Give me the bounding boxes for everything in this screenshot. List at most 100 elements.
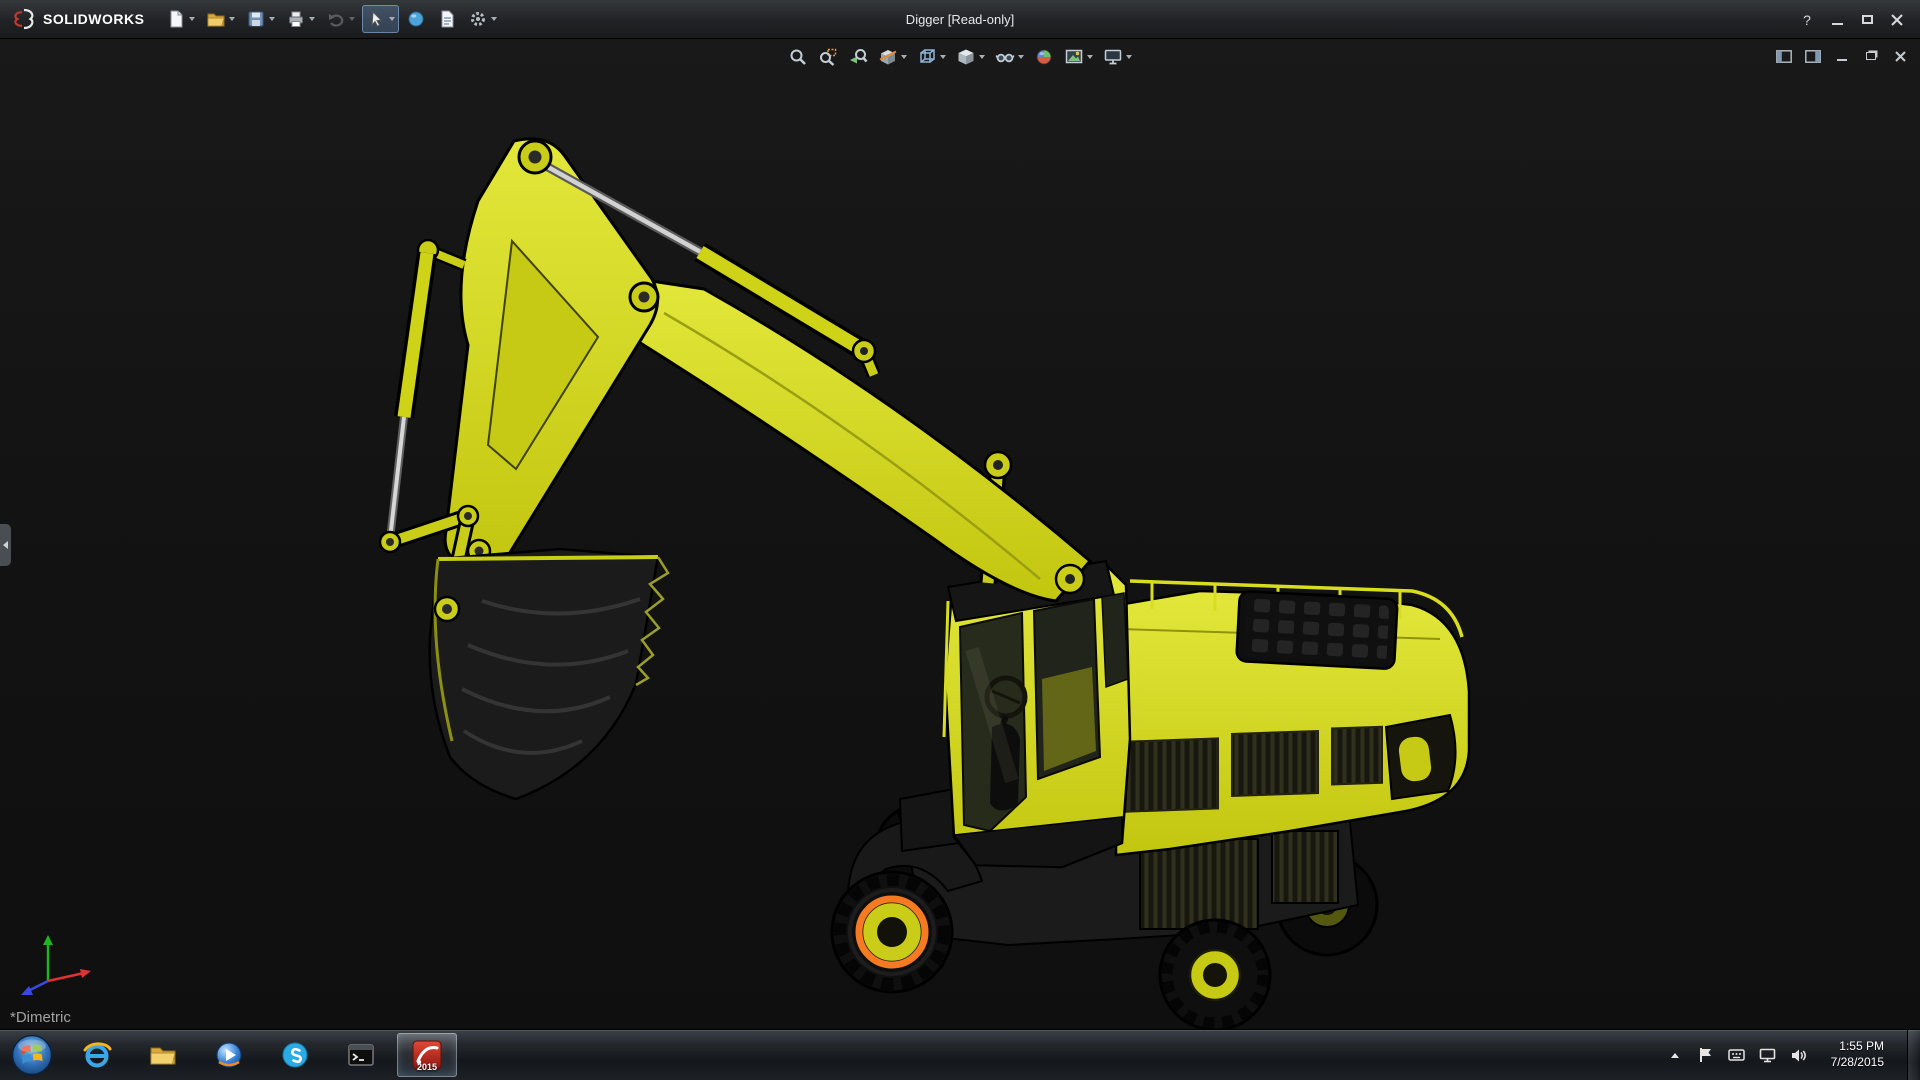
display-style-button[interactable]	[953, 44, 988, 70]
taskbar-internet-explorer[interactable]	[67, 1033, 127, 1077]
chevron-down-icon[interactable]	[269, 17, 276, 21]
maximize-button[interactable]	[1854, 9, 1880, 31]
close-document-button[interactable]	[1890, 47, 1910, 65]
bucket[interactable]	[428, 547, 670, 801]
select-button[interactable]	[362, 5, 400, 33]
window-title: Digger [Read-only]	[905, 12, 1015, 27]
media-player-icon	[216, 1042, 242, 1068]
view-orientation-label: *Dimetric	[10, 1009, 71, 1026]
start-button[interactable]	[0, 1030, 64, 1080]
chevron-down-icon[interactable]	[1126, 55, 1132, 59]
rear-wheel[interactable]	[1158, 918, 1272, 1029]
system-tray: 1:55 PM 7/28/2015	[1666, 1029, 1920, 1080]
chevron-down-icon[interactable]	[491, 17, 498, 21]
file-properties-icon	[441, 10, 454, 28]
chevron-down-icon[interactable]	[940, 55, 946, 59]
engine-body[interactable]	[1114, 579, 1471, 857]
zoom-to-fit-icon	[790, 49, 806, 65]
apply-scene-button[interactable]	[1061, 44, 1096, 70]
taskbar-command-prompt[interactable]	[331, 1033, 391, 1077]
solidworks-icon	[412, 1040, 442, 1070]
front-wheel[interactable]	[830, 870, 954, 994]
chevron-down-icon[interactable]	[1018, 55, 1024, 59]
view-orientation-button[interactable]	[914, 44, 949, 70]
chevron-down-icon[interactable]	[309, 17, 316, 21]
zoom-to-area-button[interactable]	[815, 44, 841, 70]
rebuild-icon	[408, 11, 424, 27]
brand-text: SOLIDWORKS	[43, 11, 145, 27]
new-document-button[interactable]	[162, 5, 199, 33]
restore-icon	[1866, 52, 1876, 60]
show-hidden-icons-button[interactable]	[1666, 1043, 1684, 1067]
open-document-icon	[207, 13, 226, 27]
windows-start-icon	[11, 1034, 53, 1076]
minimize-button[interactable]	[1824, 9, 1850, 31]
pane-right-icon	[1805, 49, 1821, 63]
view-settings-icon	[1104, 49, 1122, 65]
view-settings-button[interactable]	[1100, 44, 1135, 70]
panel-collapse-tab[interactable]	[0, 524, 11, 566]
file-properties-button[interactable]	[433, 5, 461, 33]
display-tray-button[interactable]	[1759, 1043, 1777, 1067]
chevron-down-icon[interactable]	[349, 17, 356, 21]
taskbar-solidworks[interactable]: 2015	[397, 1033, 457, 1077]
taskbar-skype[interactable]	[265, 1033, 325, 1077]
chevron-down-icon[interactable]	[189, 17, 196, 21]
hide-show-items-button[interactable]	[992, 44, 1027, 70]
close-button[interactable]	[1884, 9, 1910, 31]
minimize-document-button[interactable]	[1832, 47, 1852, 65]
edit-appearance-button[interactable]	[1031, 44, 1057, 70]
gear-icon	[471, 12, 486, 26]
input-indicator-button[interactable]	[1728, 1043, 1746, 1067]
volume-button[interactable]	[1790, 1043, 1808, 1067]
dassault-systemes-logo-icon	[14, 8, 34, 30]
print-button[interactable]	[282, 5, 319, 33]
close-icon	[1891, 13, 1903, 26]
window-controls: ?	[1794, 0, 1910, 39]
chevron-down-icon[interactable]	[229, 17, 236, 21]
zoom-to-fit-button[interactable]	[785, 44, 811, 70]
close-icon	[1894, 50, 1906, 62]
taskbar-windows-explorer[interactable]	[133, 1033, 193, 1077]
rebuild-button[interactable]	[402, 5, 430, 33]
save-icon	[248, 11, 264, 27]
zoom-to-area-icon	[820, 48, 837, 66]
glasses-icon	[995, 53, 1015, 63]
appearance-sphere-icon	[1036, 49, 1052, 65]
collapse-arrow-icon	[3, 541, 8, 549]
show-desktop-button[interactable]	[1907, 1029, 1918, 1080]
restore-document-button[interactable]	[1861, 47, 1881, 65]
action-center-flag-button[interactable]	[1697, 1043, 1715, 1067]
viewport[interactable]: *Dimetric	[0, 39, 1920, 1029]
orientation-triad[interactable]	[12, 929, 96, 1003]
excavator-model[interactable]	[0, 39, 1920, 1029]
save-button[interactable]	[242, 5, 279, 33]
help-button[interactable]: ?	[1794, 9, 1820, 31]
x-axis	[47, 971, 85, 983]
show-pane-right-button[interactable]	[1803, 47, 1823, 65]
taskbar-clock[interactable]: 1:55 PM 7/28/2015	[1821, 1039, 1894, 1070]
boom-assembly[interactable]	[378, 137, 1093, 605]
titlebar: SOLIDWORKS Digger [Read-only] ?	[0, 0, 1920, 39]
chevron-down-icon[interactable]	[901, 55, 907, 59]
undo-icon	[329, 14, 344, 27]
undo-button[interactable]	[322, 5, 359, 33]
print-icon	[289, 11, 304, 27]
section-view-button[interactable]	[875, 44, 910, 70]
engine-grille	[1235, 590, 1399, 670]
open-document-button[interactable]	[202, 5, 239, 33]
display-icon	[1759, 1048, 1776, 1062]
main-toolbar	[162, 5, 501, 33]
select-cursor-icon	[371, 10, 383, 27]
z-axis	[27, 979, 49, 993]
show-pane-left-button[interactable]	[1774, 47, 1794, 65]
previous-view-button[interactable]	[845, 44, 871, 70]
chevron-down-icon[interactable]	[1087, 55, 1093, 59]
options-button[interactable]	[464, 5, 501, 33]
taskbar-media-player[interactable]	[199, 1033, 259, 1077]
command-prompt-icon	[348, 1044, 374, 1066]
headsup-toolbar	[785, 44, 1135, 70]
chevron-down-icon[interactable]	[389, 17, 396, 21]
chevron-down-icon[interactable]	[979, 55, 985, 59]
brand: SOLIDWORKS	[0, 8, 162, 30]
